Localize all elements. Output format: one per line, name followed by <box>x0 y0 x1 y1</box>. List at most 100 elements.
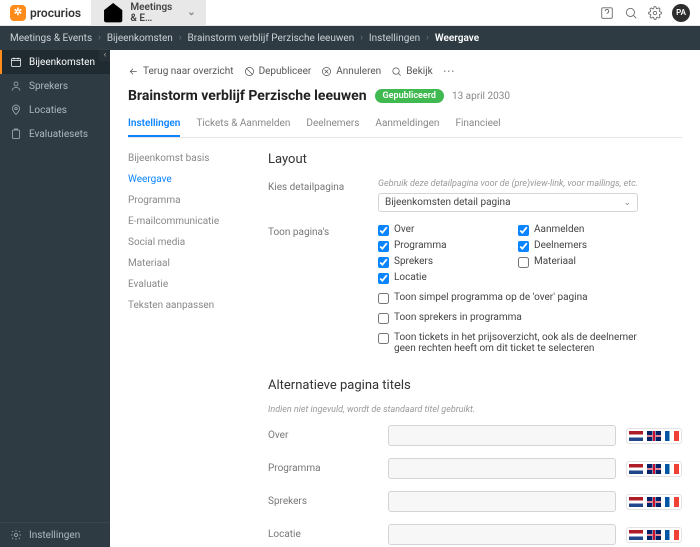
subnav-social[interactable]: Social media <box>128 232 248 253</box>
home-icon <box>101 0 125 24</box>
clipboard-icon <box>10 128 22 140</box>
unpublish-icon <box>244 66 255 77</box>
tab-tickets[interactable]: Tickets & Aanmelden <box>196 112 290 137</box>
subnav: Bijeenkomst basis Weergave Programma E-m… <box>128 138 248 547</box>
tab-deelnemers[interactable]: Deelnemers <box>306 112 359 137</box>
help-icon[interactable] <box>600 6 614 20</box>
alt-title-label: Locatie <box>268 529 378 540</box>
main-content: Terug naar overzicht Depubliceer Annuler… <box>110 50 700 547</box>
flag-fr-icon[interactable] <box>665 497 679 507</box>
page-checkbox-over[interactable]: Over <box>378 224 498 236</box>
checkbox[interactable] <box>378 257 389 268</box>
sidebar: ‹ Bijeenkomsten Sprekers Locaties Evalua… <box>0 50 110 547</box>
subnav-materiaal[interactable]: Materiaal <box>128 253 248 274</box>
locale-switcher <box>626 494 682 510</box>
flag-en-icon[interactable] <box>647 464 661 474</box>
section-alt-titles-heading: Alternatieve pagina titels <box>268 378 682 393</box>
detail-page-select[interactable]: Bijeenkomsten detail pagina ⌄ <box>378 193 638 212</box>
page-checkbox-programma[interactable]: Programma <box>378 240 498 252</box>
page-checkbox-deelnemers[interactable]: Deelnemers <box>518 240 638 252</box>
crumb-2[interactable]: Brainstorm verblijf Perzische leeuwen <box>188 33 355 44</box>
calendar-icon <box>10 56 22 68</box>
checkbox[interactable] <box>378 293 389 304</box>
flag-nl-icon[interactable] <box>629 530 643 540</box>
alt-title-row: Over <box>268 425 682 446</box>
brand-logo[interactable]: ✲ procurios <box>10 5 81 21</box>
flag-nl-icon[interactable] <box>629 431 643 441</box>
search-icon <box>391 66 402 77</box>
crumb-current: Weergave <box>435 33 479 44</box>
alt-title-row: Locatie <box>268 524 682 545</box>
search-icon[interactable] <box>624 6 638 20</box>
page-checkbox-locatie[interactable]: Locatie <box>378 272 498 284</box>
unpublish-button[interactable]: Depubliceer <box>244 66 312 77</box>
checkbox[interactable] <box>378 333 389 344</box>
sidebar-item-evaluatiesets[interactable]: Evaluatiesets <box>0 122 110 146</box>
page-checkbox-sprekers[interactable]: Sprekers <box>378 256 498 268</box>
more-actions-button[interactable]: ⋯ <box>443 64 456 78</box>
flag-en-icon[interactable] <box>647 530 661 540</box>
checkbox[interactable] <box>378 273 389 284</box>
alt-title-input[interactable] <box>388 491 616 512</box>
alt-title-input[interactable] <box>388 425 616 446</box>
pin-icon <box>10 104 22 116</box>
locale-switcher <box>626 428 682 444</box>
sidebar-item-locaties[interactable]: Locaties <box>0 98 110 122</box>
flag-fr-icon[interactable] <box>665 464 679 474</box>
gear-icon <box>10 529 22 541</box>
arrow-left-icon <box>128 66 139 77</box>
flag-nl-icon[interactable] <box>629 464 643 474</box>
section-layout-heading: Layout <box>268 152 682 167</box>
view-button[interactable]: Bekijk <box>391 66 433 77</box>
chevron-down-icon: ⌄ <box>623 198 631 208</box>
extra-option[interactable]: Toon simpel programma op de 'over' pagin… <box>378 292 638 304</box>
checkbox[interactable] <box>378 241 389 252</box>
crumb-0[interactable]: Meetings & Events <box>10 33 92 44</box>
locale-switcher <box>626 527 682 543</box>
tab-aanmeldingen[interactable]: Aanmeldingen <box>375 112 439 137</box>
flag-en-icon[interactable] <box>647 431 661 441</box>
checkbox[interactable] <box>518 225 529 236</box>
page-checkbox-materiaal[interactable]: Materiaal <box>518 256 638 268</box>
checkbox[interactable] <box>378 225 389 236</box>
brand-name: procurios <box>30 6 81 20</box>
gear-icon[interactable] <box>648 6 662 20</box>
alt-title-label: Over <box>268 430 378 441</box>
tab-instellingen[interactable]: Instellingen <box>128 112 180 137</box>
subnav-weergave[interactable]: Weergave <box>128 169 248 190</box>
checkbox[interactable] <box>518 257 529 268</box>
avatar[interactable]: PA <box>672 4 690 22</box>
breadcrumb: Meetings & Events› Bijeenkomsten› Brains… <box>0 26 700 50</box>
tab-financieel[interactable]: Financieel <box>455 112 500 137</box>
sidebar-item-instellingen[interactable]: Instellingen <box>0 523 110 547</box>
subnav-evaluatie[interactable]: Evaluatie <box>128 274 248 295</box>
context-switcher[interactable]: Meetings & E… ⌄ <box>91 0 206 28</box>
alt-title-row: Programma <box>268 458 682 479</box>
flag-fr-icon[interactable] <box>665 530 679 540</box>
cancel-button[interactable]: Annuleren <box>321 66 381 77</box>
sidebar-item-sprekers[interactable]: Sprekers <box>0 74 110 98</box>
flag-fr-icon[interactable] <box>665 431 679 441</box>
flag-nl-icon[interactable] <box>629 497 643 507</box>
flag-en-icon[interactable] <box>647 497 661 507</box>
alt-title-input[interactable] <box>388 524 616 545</box>
extra-option[interactable]: Toon sprekers in programma <box>378 312 638 324</box>
subnav-basis[interactable]: Bijeenkomst basis <box>128 148 248 169</box>
checkbox[interactable] <box>518 241 529 252</box>
crumb-3[interactable]: Instellingen <box>369 33 420 44</box>
alt-title-input[interactable] <box>388 458 616 479</box>
context-label: Meetings & E… <box>130 2 172 24</box>
sidebar-item-bijeenkomsten[interactable]: Bijeenkomsten <box>0 50 110 74</box>
detail-page-help: Gebruik deze detailpagina voor de (pre)v… <box>378 179 682 189</box>
subnav-programma[interactable]: Programma <box>128 190 248 211</box>
page-checkbox-aanmelden[interactable]: Aanmelden <box>518 224 638 236</box>
extra-option[interactable]: Toon tickets in het prijsoverzicht, ook … <box>378 332 638 354</box>
page-title: Brainstorm verblijf Perzische leeuwen <box>128 88 367 104</box>
checkbox[interactable] <box>378 313 389 324</box>
crumb-1[interactable]: Bijeenkomsten <box>107 33 173 44</box>
subnav-teksten[interactable]: Teksten aanpassen <box>128 295 248 316</box>
back-button[interactable]: Terug naar overzicht <box>128 66 234 77</box>
alt-titles-help: Indien niet ingevuld, wordt de standaard… <box>268 405 682 415</box>
subnav-email[interactable]: E-mailcommunicatie <box>128 211 248 232</box>
locale-switcher <box>626 461 682 477</box>
